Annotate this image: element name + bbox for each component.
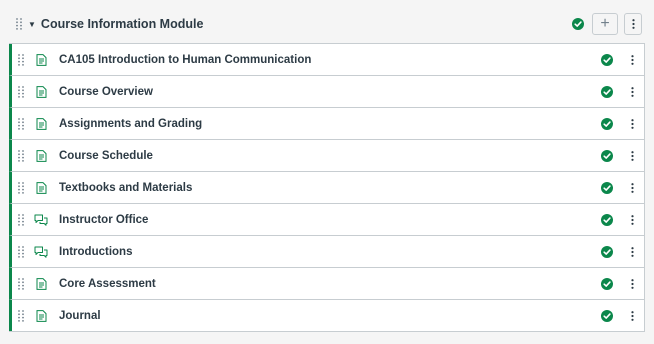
module-item-title[interactable]: Course Schedule	[59, 150, 601, 162]
item-options-icon[interactable]	[627, 118, 637, 129]
page-icon	[34, 309, 48, 323]
drag-handle-icon[interactable]	[14, 17, 24, 31]
item-options-icon[interactable]	[627, 150, 637, 161]
module-item-title[interactable]: Instructor Office	[59, 214, 601, 226]
module-item-title[interactable]: Journal	[59, 310, 601, 322]
published-check-icon[interactable]	[601, 85, 613, 98]
module-item[interactable]: CA105 Introduction to Human Communicatio…	[9, 44, 644, 76]
drag-handle-icon[interactable]	[16, 149, 26, 163]
drag-handle-icon[interactable]	[16, 53, 26, 67]
module-item[interactable]: Textbooks and Materials	[9, 172, 644, 204]
module-item[interactable]: Course Schedule	[9, 140, 644, 172]
published-check-icon[interactable]	[601, 245, 613, 258]
drag-handle-icon[interactable]	[16, 85, 26, 99]
module-item[interactable]: Assignments and Grading	[9, 108, 644, 140]
drag-handle-icon[interactable]	[16, 277, 26, 291]
published-check-icon[interactable]	[572, 18, 584, 30]
module-item-title[interactable]: Assignments and Grading	[59, 118, 601, 130]
item-options-icon[interactable]	[627, 182, 637, 193]
module-item[interactable]: Course Overview	[9, 76, 644, 108]
drag-handle-icon[interactable]	[16, 245, 26, 259]
module-item-title[interactable]: Textbooks and Materials	[59, 182, 601, 194]
module-options-button[interactable]	[624, 13, 642, 35]
discussion-icon	[34, 245, 48, 259]
page-icon	[34, 117, 48, 131]
published-check-icon[interactable]	[601, 117, 613, 130]
module-item[interactable]: Core Assessment	[9, 268, 644, 300]
page-icon	[34, 85, 48, 99]
module-header[interactable]: ▼ Course Information Module +	[9, 6, 645, 42]
module-item[interactable]: Instructor Office	[9, 204, 644, 236]
module: ▼ Course Information Module + CA105 Intr…	[9, 6, 645, 332]
drag-handle-icon[interactable]	[16, 117, 26, 131]
page-icon	[34, 53, 48, 67]
page-icon	[34, 277, 48, 291]
published-check-icon[interactable]	[601, 277, 613, 290]
module-title[interactable]: Course Information Module	[41, 17, 572, 31]
module-item[interactable]: Journal	[9, 300, 644, 331]
module-item-title[interactable]: Introductions	[59, 246, 601, 258]
page-icon	[34, 181, 48, 195]
item-options-icon[interactable]	[627, 278, 637, 289]
discussion-icon	[34, 213, 48, 227]
published-check-icon[interactable]	[601, 149, 613, 162]
item-options-icon[interactable]	[627, 214, 637, 225]
item-options-icon[interactable]	[627, 86, 637, 97]
item-options-icon[interactable]	[627, 246, 637, 257]
module-item-title[interactable]: CA105 Introduction to Human Communicatio…	[59, 54, 601, 66]
drag-handle-icon[interactable]	[16, 309, 26, 323]
module-item-title[interactable]: Core Assessment	[59, 278, 601, 290]
item-options-icon[interactable]	[627, 54, 637, 65]
collapse-caret-icon[interactable]: ▼	[28, 20, 36, 29]
item-options-icon[interactable]	[627, 310, 637, 321]
page-icon	[34, 149, 48, 163]
published-check-icon[interactable]	[601, 213, 613, 226]
drag-handle-icon[interactable]	[16, 181, 26, 195]
module-item-title[interactable]: Course Overview	[59, 86, 601, 98]
kebab-icon	[631, 19, 635, 29]
drag-handle-icon[interactable]	[16, 213, 26, 227]
published-check-icon[interactable]	[601, 309, 613, 322]
module-item[interactable]: Introductions	[9, 236, 644, 268]
published-check-icon[interactable]	[601, 181, 613, 194]
module-items-list: CA105 Introduction to Human Communicatio…	[9, 43, 645, 332]
add-item-button[interactable]: +	[592, 13, 618, 35]
published-check-icon[interactable]	[601, 53, 613, 66]
